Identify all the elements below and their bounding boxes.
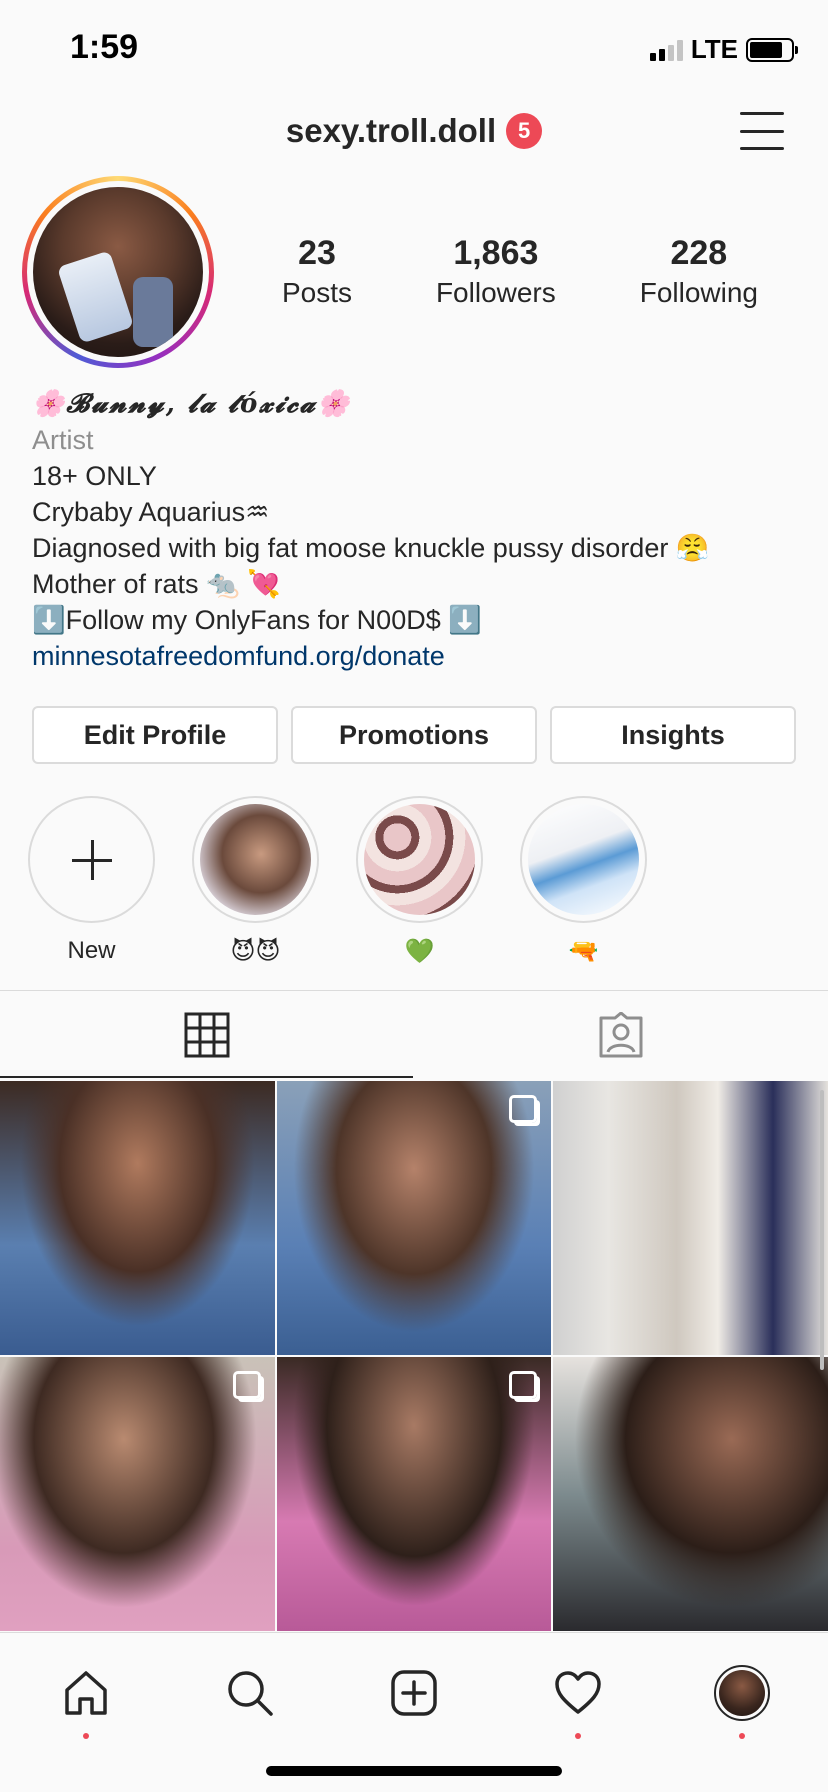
profile-avatar-icon xyxy=(714,1665,770,1721)
post-thumbnail[interactable] xyxy=(276,1081,552,1355)
search-icon xyxy=(228,1671,273,1716)
carousel-icon xyxy=(509,1095,538,1123)
bio-line: Diagnosed with big fat moose knuckle pus… xyxy=(32,533,710,563)
home-icon xyxy=(65,1671,107,1715)
post-thumbnail[interactable] xyxy=(276,1357,552,1631)
bio-line: Mother of rats 🐀 💘 xyxy=(32,569,281,599)
bio-line: 18+ ONLY xyxy=(32,461,157,491)
tagged-icon xyxy=(599,1012,643,1058)
profile-category: Artist xyxy=(32,425,94,455)
display-name: 🌸𝓑𝓾𝓷𝓷𝔂, 𝓵𝓪 𝓽ó𝔁𝓲𝓬𝓪🌸 xyxy=(32,389,352,419)
profile-avatar[interactable] xyxy=(22,176,214,368)
post-thumbnail[interactable] xyxy=(553,1081,828,1355)
followers-stat[interactable]: 1,863 Followers xyxy=(436,234,556,309)
highlight-new[interactable]: New xyxy=(28,796,155,967)
following-label: Following xyxy=(639,277,758,308)
followers-count: 1,863 xyxy=(453,234,539,272)
nav-profile[interactable] xyxy=(702,1653,782,1739)
activity-dot xyxy=(739,1733,745,1739)
nav-new-post[interactable] xyxy=(374,1653,454,1733)
network-label: LTE xyxy=(690,34,738,64)
highlight-label: 💚 xyxy=(404,938,435,965)
status-indicators: LTE xyxy=(649,34,798,65)
followers-label: Followers xyxy=(435,277,556,308)
highlight-cover xyxy=(520,796,647,923)
new-highlight-circle xyxy=(28,796,155,923)
posts-count: 23 xyxy=(298,234,336,272)
status-time: 1:59 xyxy=(70,28,139,66)
active-tab-indicator xyxy=(0,1076,413,1078)
tab-tagged[interactable] xyxy=(414,991,828,1079)
highlight-cover xyxy=(356,796,483,923)
nav-search[interactable] xyxy=(210,1653,290,1733)
heart-icon xyxy=(555,1671,601,1714)
bio-line: ⬇️Follow my OnlyFans for N00D$ ⬇️ xyxy=(32,605,482,635)
add-post-icon xyxy=(391,1670,437,1716)
highlight-item[interactable]: 😈😈 xyxy=(192,796,319,967)
post-thumbnail[interactable] xyxy=(0,1357,275,1631)
edit-profile-button[interactable]: Edit Profile xyxy=(32,706,278,764)
home-indicator[interactable] xyxy=(266,1766,562,1776)
profile-header: sexy.troll.doll 5 xyxy=(0,100,828,166)
bio-line: Crybaby Aquarius♒ xyxy=(32,497,270,527)
profile-tabs xyxy=(0,991,828,1079)
activity-dot xyxy=(83,1733,89,1739)
highlight-label: 😈😈 xyxy=(230,938,281,965)
posts-grid xyxy=(0,1081,828,1631)
plus-icon xyxy=(71,839,112,880)
grid-icon xyxy=(184,1012,230,1058)
profile-bio: 🌸𝓑𝓾𝓷𝓷𝔂, 𝓵𝓪 𝓽ó𝔁𝓲𝓬𝓪🌸 Artist 18+ ONLY Cryba… xyxy=(32,386,812,674)
highlight-label: 🔫 xyxy=(568,938,599,965)
bottom-navigation xyxy=(0,1632,828,1792)
username-switcher[interactable]: sexy.troll.doll 5 xyxy=(0,112,828,150)
profile-actions: Edit Profile Promotions Insights xyxy=(32,706,796,764)
carousel-icon xyxy=(509,1371,538,1399)
highlight-item[interactable]: 💚 xyxy=(356,796,483,967)
hamburger-menu-icon[interactable] xyxy=(740,112,784,150)
following-stat[interactable]: 228 Following xyxy=(640,234,758,309)
story-highlights: New 😈😈 💚 🔫 xyxy=(28,796,808,967)
tab-posts-grid[interactable] xyxy=(0,991,414,1079)
carousel-icon xyxy=(232,1371,261,1399)
signal-icon xyxy=(649,39,683,61)
profile-stats: 23 Posts 1,863 Followers 228 Following xyxy=(240,234,800,309)
posts-label: Posts xyxy=(281,277,352,308)
notification-badge: 5 xyxy=(506,113,543,149)
highlight-item[interactable]: 🔫 xyxy=(520,796,647,967)
bio-website-link[interactable]: minnesotafreedomfund.org/donate xyxy=(32,638,812,674)
posts-stat[interactable]: 23 Posts xyxy=(282,234,352,309)
avatar-image xyxy=(33,187,203,357)
nav-activity[interactable] xyxy=(538,1653,618,1739)
nav-home[interactable] xyxy=(46,1653,126,1739)
username: sexy.troll.doll xyxy=(285,112,497,149)
scrollbar xyxy=(820,1090,824,1370)
activity-dot xyxy=(575,1733,581,1739)
post-thumbnail[interactable] xyxy=(553,1357,828,1631)
status-bar: 1:59 LTE xyxy=(0,0,828,100)
battery-icon xyxy=(746,37,798,62)
post-thumbnail[interactable] xyxy=(0,1081,275,1355)
highlight-label: New xyxy=(67,937,116,964)
following-count: 228 xyxy=(670,234,728,272)
insights-button[interactable]: Insights xyxy=(550,706,796,764)
highlight-cover xyxy=(192,796,319,923)
promotions-button[interactable]: Promotions xyxy=(291,706,537,764)
